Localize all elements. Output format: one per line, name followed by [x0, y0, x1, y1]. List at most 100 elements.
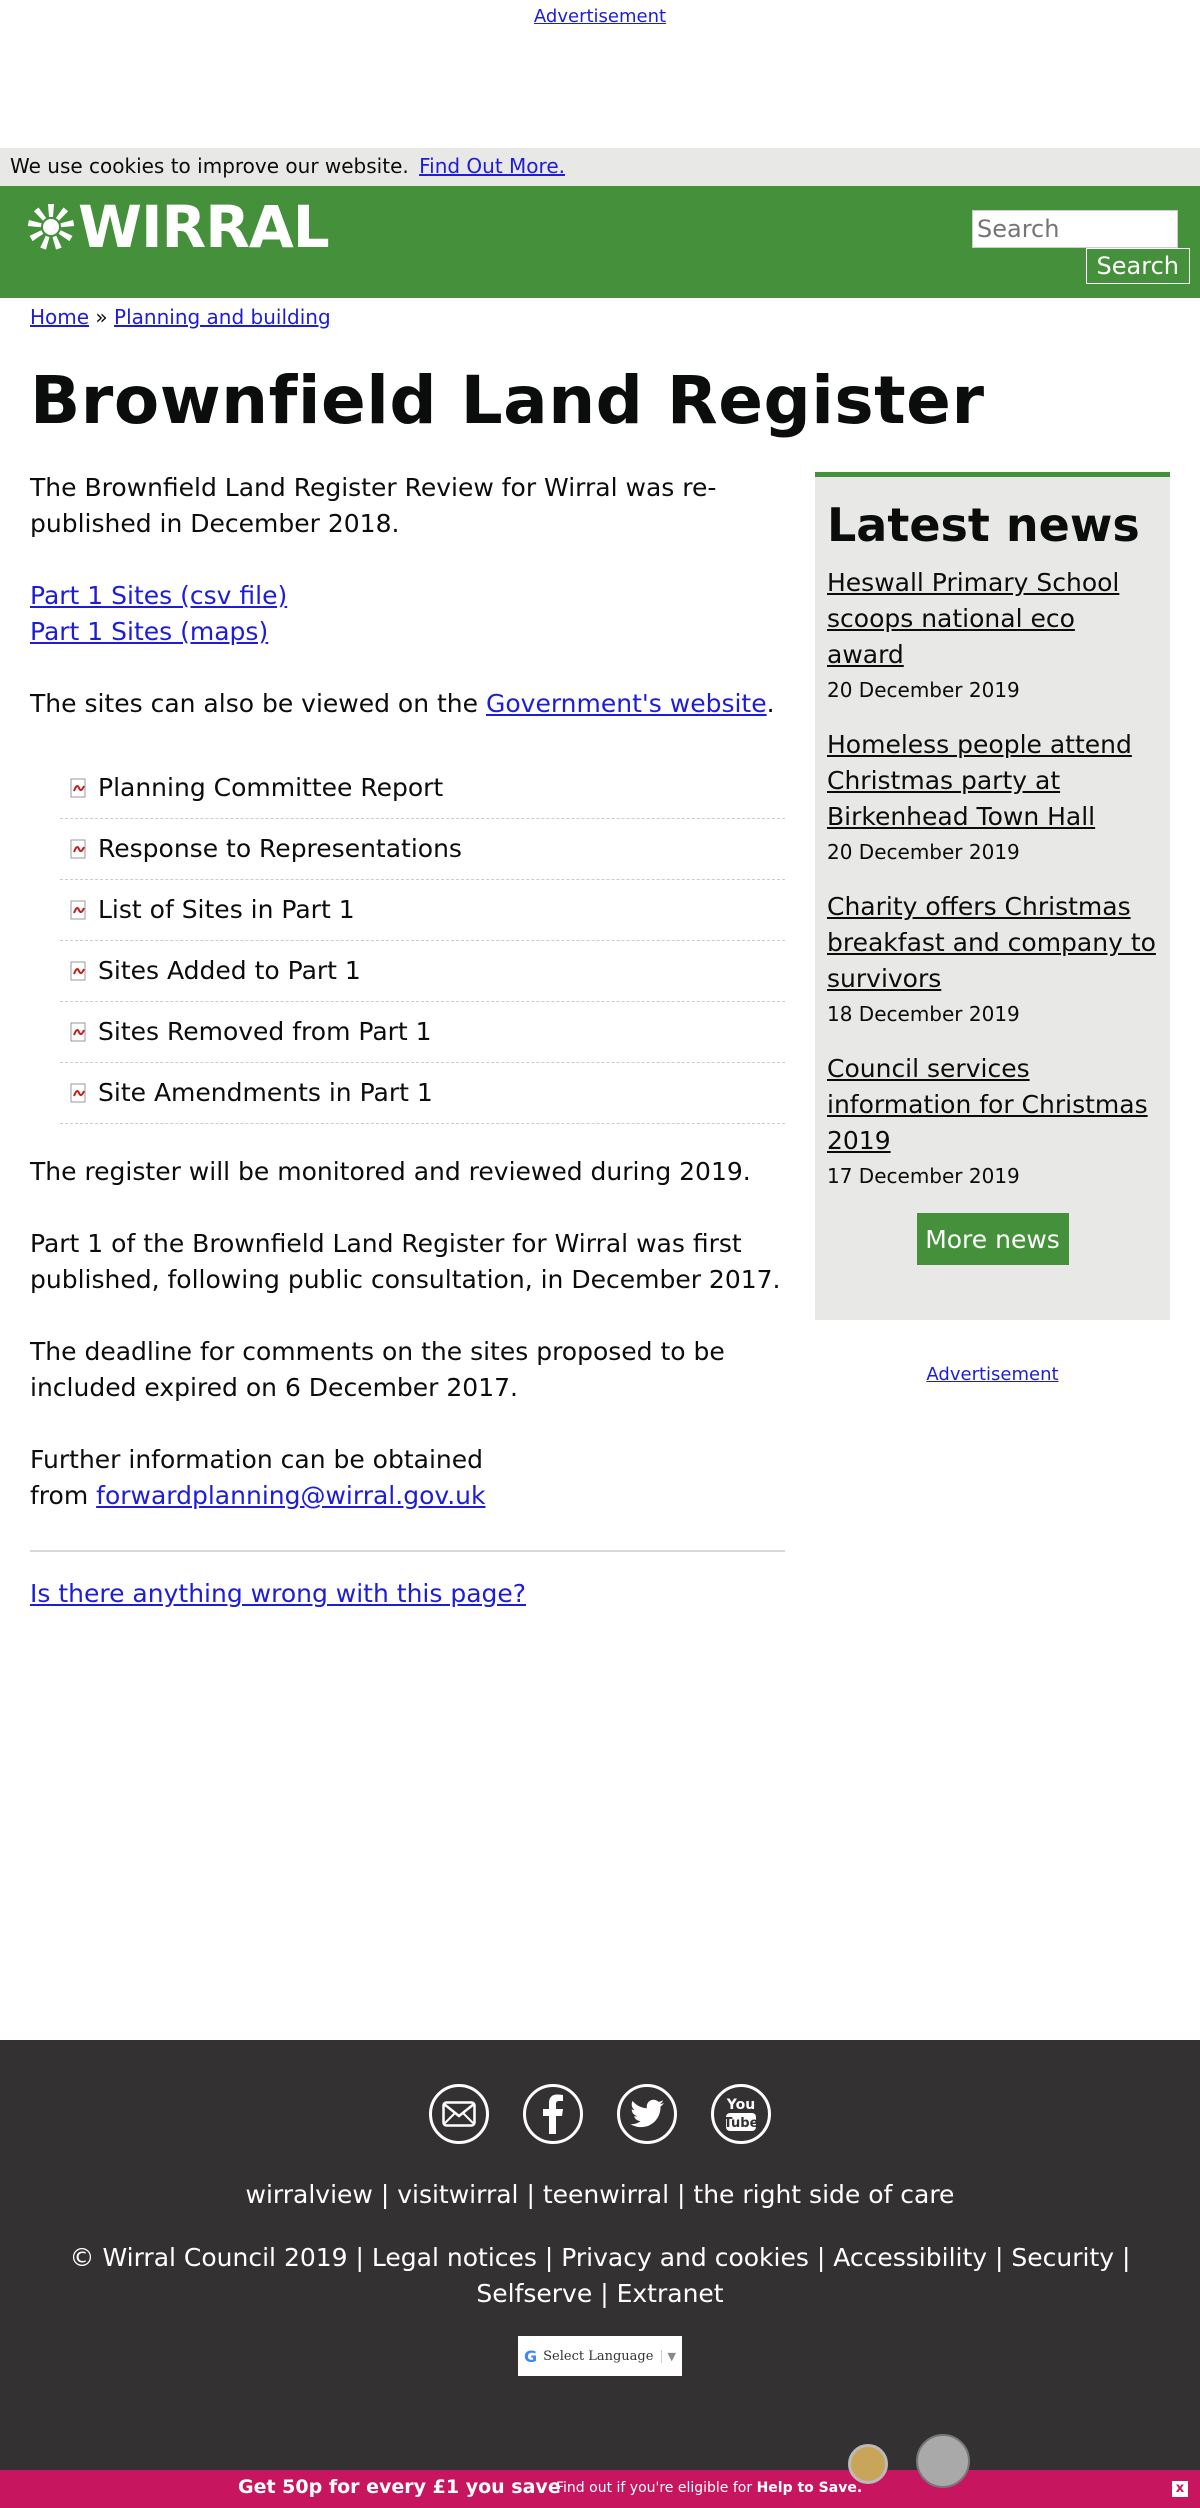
- site-footer: You Tube wirralview | visitwirral | teenw…: [0, 2040, 1200, 2470]
- promo-banner-subtext: Find out if you're eligible for Help to …: [556, 2480, 862, 2496]
- footer-partner-links: wirralview | visitwirral | teenwirral | …: [0, 2180, 1200, 2209]
- youtube-icon[interactable]: You Tube: [711, 2084, 771, 2144]
- part1-maps-link[interactable]: Part 1 Sites (maps): [30, 614, 785, 650]
- news-date: 17 December 2019: [827, 1164, 1020, 1188]
- cookie-bar: We use cookies to improve our website. F…: [0, 148, 1200, 186]
- pdf-icon: [70, 839, 86, 859]
- email-icon[interactable]: [429, 2084, 489, 2144]
- news-date: 18 December 2019: [827, 1002, 1020, 1026]
- document-label: Site Amendments in Part 1: [98, 1078, 433, 1107]
- promo-banner[interactable]: Get 50p for every £1 you save Find out i…: [0, 2434, 1200, 2508]
- further-info-paragraph: Further information can be obtained from…: [30, 1442, 530, 1514]
- government-paragraph: The sites can also be viewed on the Gove…: [30, 686, 785, 722]
- advertisement-link[interactable]: Advertisement: [534, 6, 666, 27]
- government-text-end: .: [766, 689, 775, 718]
- document-label: Sites Removed from Part 1: [98, 1017, 432, 1046]
- footer-link[interactable]: Security: [1011, 2243, 1114, 2272]
- breadcrumb-separator: »: [95, 305, 108, 329]
- document-label: Response to Representations: [98, 834, 462, 863]
- wirral-logo[interactable]: WIRRAL: [24, 193, 330, 261]
- logo-text: WIRRAL: [78, 193, 330, 261]
- top-advertisement: Advertisement: [0, 0, 1200, 148]
- footer-legal-links: © Wirral Council 2019 | Legal notices | …: [20, 2240, 1180, 2312]
- footer-separator: |: [816, 2243, 826, 2272]
- news-item: Charity offers Christmas breakfast and c…: [827, 889, 1158, 1029]
- document-label: Sites Added to Part 1: [98, 956, 361, 985]
- footer-link[interactable]: Selfserve: [476, 2279, 592, 2308]
- footer-separator: |: [677, 2180, 686, 2209]
- cookie-text: We use cookies to improve our website.: [10, 154, 409, 178]
- footer-separator: |: [380, 2180, 390, 2209]
- footer-link[interactable]: wirralview: [246, 2180, 373, 2209]
- intro-paragraph: The Brownfield Land Register Review for …: [30, 473, 717, 538]
- sidebar-advertisement: Advertisement: [815, 1364, 1170, 1385]
- government-text: The sites can also be viewed on the: [30, 689, 479, 718]
- pdf-icon: [70, 1083, 86, 1103]
- email-link[interactable]: forwardplanning@wirral.gov.uk: [96, 1481, 485, 1510]
- news-link[interactable]: Charity offers Christmas breakfast and c…: [827, 889, 1158, 997]
- content-divider: [30, 1550, 785, 1552]
- document-label: Planning Committee Report: [98, 773, 444, 802]
- breadcrumb-home-link[interactable]: Home: [30, 305, 89, 329]
- breadcrumb: Home » Planning and building: [30, 305, 331, 329]
- document-item[interactable]: Response to Representations: [60, 819, 785, 880]
- breadcrumb-planning-link[interactable]: Planning and building: [114, 305, 331, 329]
- coin-icon: [916, 2434, 970, 2488]
- google-icon: G: [524, 2346, 538, 2366]
- pdf-icon: [70, 1022, 86, 1042]
- footer-link[interactable]: the right side of care: [693, 2180, 954, 2209]
- search-button[interactable]: Search: [1085, 248, 1190, 284]
- search-input[interactable]: [972, 210, 1178, 248]
- language-select[interactable]: G Select Language ▼: [518, 2336, 682, 2376]
- copyright-text: © Wirral Council 2019: [69, 2243, 348, 2272]
- document-item[interactable]: Sites Removed from Part 1: [60, 1002, 785, 1063]
- document-label: List of Sites in Part 1: [98, 895, 355, 924]
- document-item[interactable]: List of Sites in Part 1: [60, 880, 785, 941]
- news-date: 20 December 2019: [827, 678, 1020, 702]
- news-link[interactable]: Heswall Primary School scoops national e…: [827, 565, 1158, 673]
- coin-icon: [848, 2444, 888, 2484]
- promo-banner-subtext-bold: Help to Save.: [756, 2480, 863, 2496]
- page-title: Brownfield Land Register: [30, 362, 985, 439]
- close-icon[interactable]: x: [1172, 2481, 1188, 2497]
- twitter-icon[interactable]: [617, 2084, 677, 2144]
- latest-news-panel: Latest news Heswall Primary School scoop…: [815, 472, 1170, 1320]
- footer-link[interactable]: Extranet: [617, 2279, 724, 2308]
- report-problem-link[interactable]: Is there anything wrong with this page?: [30, 1579, 526, 1608]
- footer-separator: |: [544, 2243, 554, 2272]
- cookie-find-out-more-link[interactable]: Find Out More.: [419, 154, 565, 178]
- svg-text:Tube: Tube: [724, 2116, 758, 2131]
- government-website-link[interactable]: Government's website: [486, 689, 767, 718]
- social-links: You Tube: [0, 2084, 1200, 2144]
- news-link[interactable]: Homeless people attend Christmas party a…: [827, 727, 1158, 835]
- footer-separator: |: [355, 2243, 364, 2272]
- part1-csv-link[interactable]: Part 1 Sites (csv file): [30, 578, 785, 614]
- site-header: WIRRAL Search: [0, 186, 1200, 298]
- document-item[interactable]: Sites Added to Part 1: [60, 941, 785, 1002]
- footer-separator: |: [995, 2243, 1004, 2272]
- news-link[interactable]: Council services information for Christm…: [827, 1051, 1158, 1159]
- document-list: Planning Committee Report Response to Re…: [60, 758, 785, 1124]
- footer-link[interactable]: Legal notices: [372, 2243, 537, 2272]
- news-item: Heswall Primary School scoops national e…: [827, 565, 1158, 705]
- footer-link[interactable]: Accessibility: [833, 2243, 987, 2272]
- pdf-icon: [70, 778, 86, 798]
- sites-links: Part 1 Sites (csv file) Part 1 Sites (ma…: [30, 578, 785, 650]
- promo-banner-subtext-plain: Find out if you're eligible for: [556, 2480, 753, 2496]
- footer-separator: |: [600, 2279, 609, 2308]
- monitor-paragraph: The register will be monitored and revie…: [30, 1157, 751, 1186]
- more-news-button[interactable]: More news: [916, 1213, 1069, 1265]
- language-select-label: Select Language: [543, 2348, 654, 2364]
- news-date: 20 December 2019: [827, 840, 1020, 864]
- document-item[interactable]: Planning Committee Report: [60, 758, 785, 819]
- advertisement-link[interactable]: Advertisement: [926, 1364, 1058, 1385]
- document-item[interactable]: Site Amendments in Part 1: [60, 1063, 785, 1124]
- facebook-icon[interactable]: [523, 2084, 583, 2144]
- footer-link[interactable]: teenwirral: [543, 2180, 669, 2209]
- promo-banner-headline: Get 50p for every £1 you save: [238, 2476, 561, 2498]
- latest-news-heading: Latest news: [827, 498, 1140, 552]
- footer-link[interactable]: Privacy and cookies: [561, 2243, 809, 2272]
- published-paragraph: Part 1 of the Brownfield Land Register f…: [30, 1229, 781, 1294]
- main-content: The Brownfield Land Register Review for …: [30, 470, 785, 1612]
- footer-link[interactable]: visitwirral: [397, 2180, 518, 2209]
